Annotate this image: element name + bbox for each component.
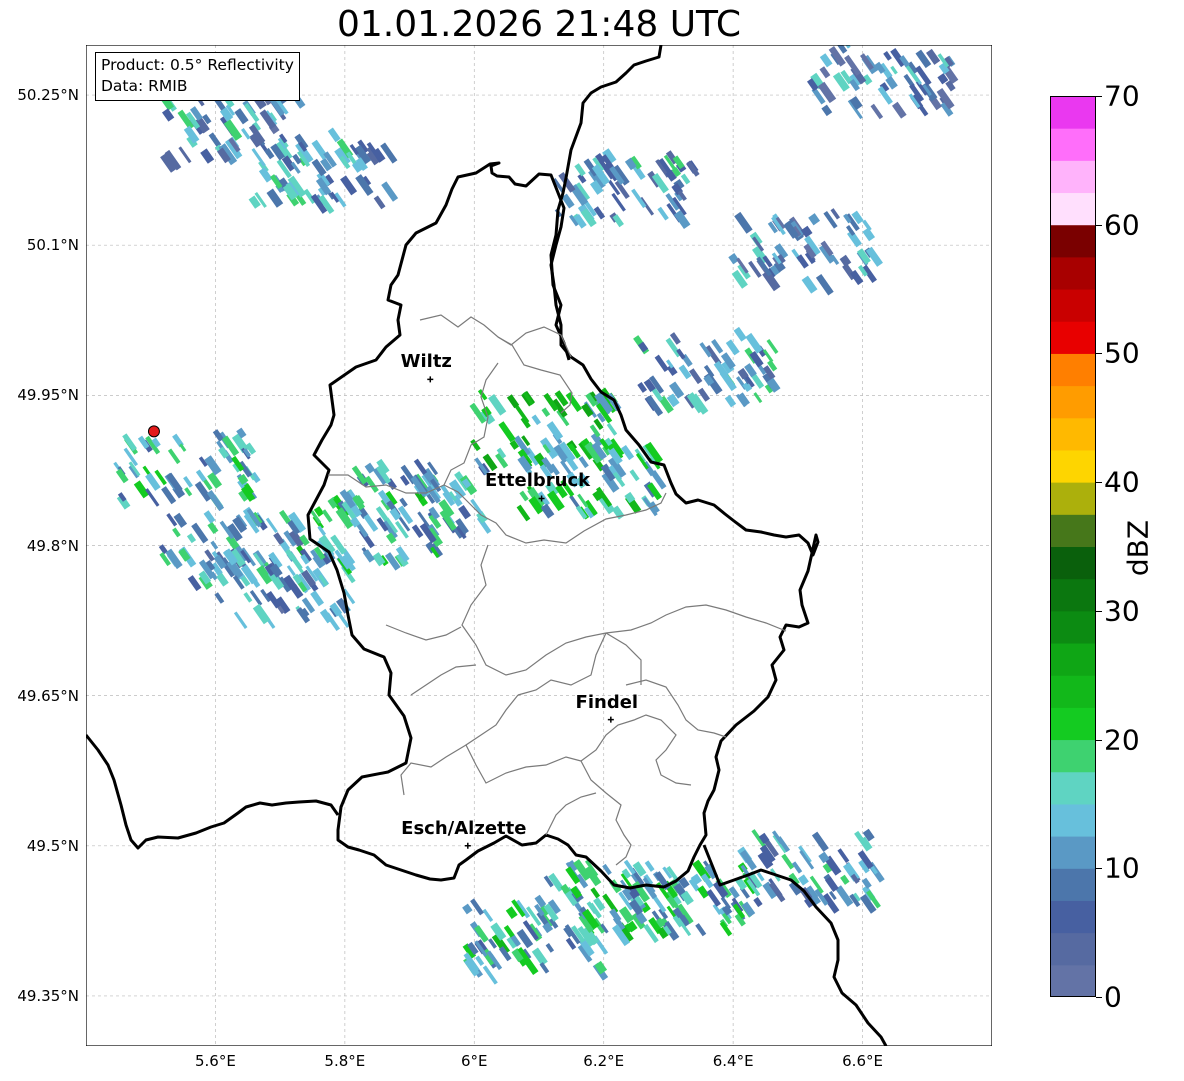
colorbar-segment xyxy=(1050,192,1096,226)
colorbar-tick-label: 30 xyxy=(1104,594,1140,628)
colorbar-tick-mark xyxy=(1096,224,1102,226)
city-label: Wiltz xyxy=(400,351,452,373)
radar-map[interactable] xyxy=(86,45,992,1046)
colorbar-segment xyxy=(1050,932,1096,966)
lat-tick-label: 50.1°N xyxy=(26,236,79,255)
chart-title: 01.01.2026 21:48 UTC xyxy=(336,4,742,45)
lat-tick-label: 49.95°N xyxy=(17,386,79,405)
colorbar-segment xyxy=(1050,771,1096,805)
colorbar-tick-label: 0 xyxy=(1104,980,1122,1014)
colorbar-segment xyxy=(1050,836,1096,869)
colorbar-segment xyxy=(1050,739,1096,773)
colorbar-segment xyxy=(1050,385,1096,419)
lon-tick-label: 6.2°E xyxy=(583,1052,625,1070)
product-info-box: Product: 0.5° Reflectivity Data: RMIB xyxy=(95,52,300,101)
lat-tick-label: 49.65°N xyxy=(17,686,79,705)
colorbar-segment xyxy=(1050,675,1096,708)
colorbar-tick-mark xyxy=(1096,96,1102,97)
colorbar-segment xyxy=(1050,964,1096,997)
lat-tick-label: 49.8°N xyxy=(26,536,79,555)
colorbar-tick-label: 60 xyxy=(1104,208,1140,242)
colorbar-segment xyxy=(1050,417,1096,451)
colorbar-segment xyxy=(1050,321,1096,354)
colorbar-segment xyxy=(1050,224,1096,258)
radar-site-marker xyxy=(147,425,160,438)
lon-tick-label: 5.8°E xyxy=(324,1052,366,1070)
colorbar xyxy=(1050,96,1096,997)
colorbar-segment xyxy=(1050,900,1096,934)
lon-tick-label: 6.4°E xyxy=(712,1052,754,1070)
colorbar-segment xyxy=(1050,160,1096,194)
lon-tick-label: 6°E xyxy=(461,1052,488,1070)
colorbar-tick-mark xyxy=(1096,868,1102,870)
colorbar-segment xyxy=(1050,353,1096,387)
colorbar-segment xyxy=(1050,868,1096,901)
lon-tick-label: 5.6°E xyxy=(195,1052,236,1070)
colorbar-segment xyxy=(1050,128,1096,161)
colorbar-label: dBZ xyxy=(1121,519,1155,577)
colorbar-tick-mark xyxy=(1096,739,1102,741)
product-text: Product: 0.5° Reflectivity xyxy=(101,56,294,74)
colorbar-tick-mark xyxy=(1096,997,1102,998)
colorbar-tick-mark xyxy=(1096,353,1102,355)
colorbar-segment xyxy=(1050,707,1096,741)
city-label: Ettelbruck xyxy=(485,470,591,492)
map-canvas xyxy=(86,45,992,1046)
colorbar-tick-label: 70 xyxy=(1104,79,1140,113)
colorbar-segment xyxy=(1050,578,1096,612)
colorbar-segment xyxy=(1050,546,1096,580)
colorbar-tick-label: 40 xyxy=(1104,465,1140,499)
colorbar-segment xyxy=(1050,514,1096,547)
city-label: Findel xyxy=(575,691,639,713)
colorbar-tick-label: 20 xyxy=(1104,723,1140,757)
data-source-text: Data: RMIB xyxy=(101,77,188,95)
colorbar-segment xyxy=(1050,289,1096,322)
colorbar-segment xyxy=(1050,643,1096,676)
city-label: Esch/Alzette xyxy=(401,817,527,839)
lat-tick-label: 49.35°N xyxy=(17,986,79,1005)
colorbar-segment xyxy=(1050,96,1096,129)
colorbar-segment xyxy=(1050,482,1096,515)
colorbar-segment xyxy=(1050,256,1096,290)
colorbar-tick-mark xyxy=(1096,610,1102,612)
colorbar-segment xyxy=(1050,449,1096,483)
colorbar-segment xyxy=(1050,803,1096,837)
lat-tick-label: 50.25°N xyxy=(17,86,79,105)
colorbar-segment xyxy=(1050,610,1096,644)
lat-tick-label: 49.5°N xyxy=(26,836,79,855)
lon-tick-label: 6.6°E xyxy=(842,1052,883,1070)
colorbar-tick-label: 10 xyxy=(1104,851,1140,885)
colorbar-tick-label: 50 xyxy=(1104,336,1140,370)
colorbar-tick-mark xyxy=(1096,482,1102,484)
